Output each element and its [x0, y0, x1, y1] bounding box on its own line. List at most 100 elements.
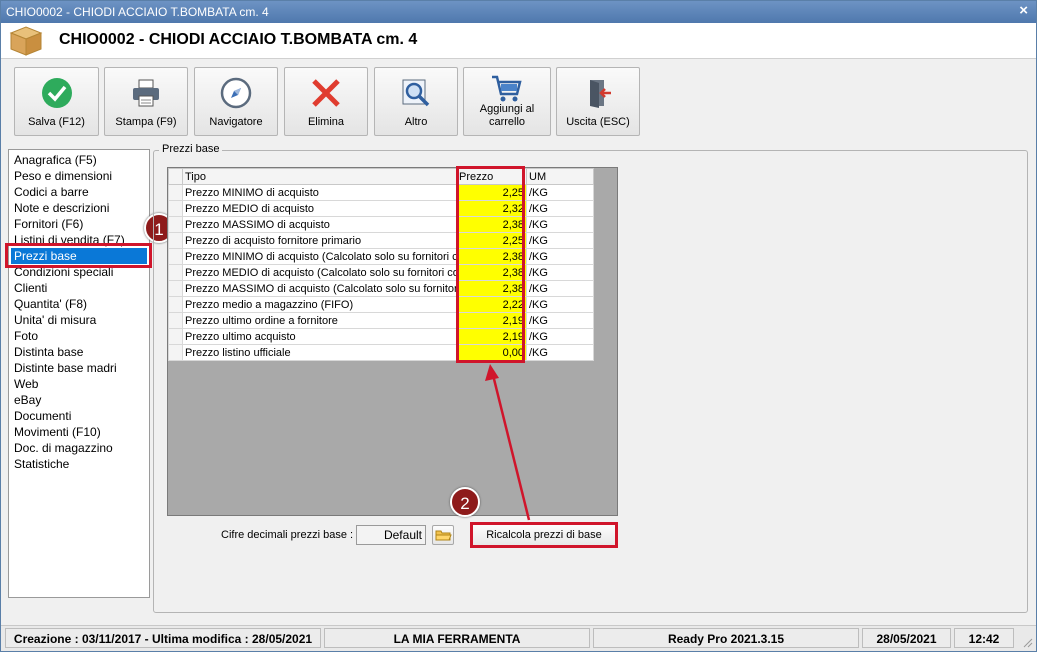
item-window: CHIO0002 - CHIODI ACCIAIO T.BOMBATA cm. …	[0, 0, 1037, 652]
prezzi-base-table: Tipo Prezzo UM Prezzo MINIMO di acquisto…	[168, 168, 594, 361]
cell-tipo[interactable]: Prezzo MASSIMO di acquisto	[182, 216, 457, 233]
cell-tipo[interactable]: Prezzo MEDIO di acquisto (Calcolato solo…	[182, 264, 457, 281]
nav-item-statistiche[interactable]: Statistiche	[11, 456, 69, 472]
cell-um[interactable]: /KG	[526, 248, 594, 265]
cart-icon	[492, 75, 522, 102]
cell-tipo[interactable]: Prezzo di acquisto fornitore primario	[182, 232, 457, 249]
row-indicator[interactable]	[168, 264, 183, 281]
row-indicator[interactable]	[168, 184, 183, 201]
row-indicator[interactable]	[168, 280, 183, 297]
save-button[interactable]: Salva (F12)	[14, 67, 99, 136]
cell-tipo[interactable]: Prezzo MINIMO di acquisto	[182, 184, 457, 201]
add-to-cart-button[interactable]: Aggiungi al carrello	[463, 67, 551, 136]
nav-item-peso-dimensioni[interactable]: Peso e dimensioni	[11, 168, 112, 184]
table-row[interactable]: Prezzo di acquisto fornitore primario 2,…	[168, 232, 594, 249]
table-row[interactable]: Prezzo medio a magazzino (FIFO) 2,22 /KG	[168, 296, 594, 313]
cell-um[interactable]: /KG	[526, 216, 594, 233]
nav-item-fornitori[interactable]: Fornitori (F6)	[11, 216, 83, 232]
status-product-version: Ready Pro 2021.3.15	[593, 628, 859, 648]
cell-tipo[interactable]: Prezzo listino ufficiale	[182, 344, 457, 361]
nav-item-codici-barre[interactable]: Codici a barre	[11, 184, 89, 200]
row-indicator[interactable]	[168, 248, 183, 265]
cell-tipo[interactable]: Prezzo ultimo ordine a fornitore	[182, 312, 457, 329]
table-row[interactable]: Prezzo MEDIO di acquisto (Calcolato solo…	[168, 264, 594, 281]
other-button[interactable]: Altro	[374, 67, 458, 136]
highlight-selected-nav	[5, 243, 152, 268]
row-indicator[interactable]	[168, 328, 183, 345]
printer-icon	[133, 79, 159, 107]
nav-item-unita-misura[interactable]: Unita' di misura	[11, 312, 96, 328]
navigator-button[interactable]: Navigatore	[194, 67, 278, 136]
status-bar: Creazione : 03/11/2017 - Ultima modifica…	[1, 625, 1036, 651]
decimal-digits-label: Cifre decimali prezzi base :	[221, 529, 354, 541]
table-row[interactable]: Prezzo MINIMO di acquisto (Calcolato sol…	[168, 248, 594, 265]
decimal-digits-browse-button[interactable]	[432, 525, 454, 545]
table-row[interactable]: Prezzo ultimo acquisto 2,19 /KG	[168, 328, 594, 345]
nav-item-web[interactable]: Web	[11, 376, 38, 392]
table-row[interactable]: Prezzo listino ufficiale 0,00 /KG	[168, 344, 594, 361]
cell-tipo[interactable]: Prezzo MEDIO di acquisto	[182, 200, 457, 217]
nav-item-ebay[interactable]: eBay	[11, 392, 41, 408]
nav-item-quantita[interactable]: Quantita' (F8)	[11, 296, 87, 312]
cell-um[interactable]: /KG	[526, 232, 594, 249]
column-header-tipo[interactable]: Tipo	[182, 168, 457, 185]
cell-tipo[interactable]: Prezzo MASSIMO di acquisto (Calcolato so…	[182, 280, 457, 297]
box-icon	[9, 26, 43, 56]
nav-item-movimenti[interactable]: Movimenti (F10)	[11, 424, 101, 440]
row-indicator[interactable]	[168, 232, 183, 249]
row-indicator-header	[168, 168, 183, 185]
decimal-digits-field[interactable]: Default	[356, 525, 426, 545]
cell-um[interactable]: /KG	[526, 264, 594, 281]
cell-tipo[interactable]: Prezzo ultimo acquisto	[182, 328, 457, 345]
nav-item-note-descrizioni[interactable]: Note e descrizioni	[11, 200, 109, 216]
nav-item-foto[interactable]: Foto	[11, 328, 38, 344]
cell-um[interactable]: /KG	[526, 184, 594, 201]
cell-um[interactable]: /KG	[526, 200, 594, 217]
nav-item-anagrafica[interactable]: Anagrafica (F5)	[11, 152, 97, 168]
nav-item-distinte-base-madri[interactable]: Distinte base madri	[11, 360, 117, 376]
resize-grip-icon[interactable]	[1021, 636, 1033, 648]
cell-um[interactable]: /KG	[526, 280, 594, 297]
status-date: 28/05/2021	[862, 628, 951, 648]
cell-tipo[interactable]: Prezzo MINIMO di acquisto (Calcolato sol…	[182, 248, 457, 265]
exit-button[interactable]: Uscita (ESC)	[556, 67, 640, 136]
cell-um[interactable]: /KG	[526, 312, 594, 329]
row-indicator[interactable]	[168, 216, 183, 233]
cell-tipo[interactable]: Prezzo medio a magazzino (FIFO)	[182, 296, 457, 313]
close-icon[interactable]: ×	[1019, 2, 1028, 19]
table-row[interactable]: Prezzo MEDIO di acquisto 2,32 /KG	[168, 200, 594, 217]
recalculate-base-prices-button[interactable]: Ricalcola prezzi di base	[470, 522, 618, 548]
prezzi-base-group-label: Prezzi base	[159, 143, 223, 155]
nav-item-documenti[interactable]: Documenti	[11, 408, 71, 424]
table-row[interactable]: Prezzo MASSIMO di acquisto 2,38 /KG	[168, 216, 594, 233]
exit-door-icon	[590, 80, 611, 108]
print-button[interactable]: Stampa (F9)	[104, 67, 188, 136]
item-header: CHIO0002 - CHIODI ACCIAIO T.BOMBATA cm. …	[1, 23, 1036, 59]
row-indicator[interactable]	[168, 312, 183, 329]
other-label: Altro	[404, 116, 428, 128]
row-indicator[interactable]	[168, 344, 183, 361]
cell-um[interactable]: /KG	[526, 344, 594, 361]
toolbar: Salva (F12) Stampa (F9) Navigatore Elimi…	[1, 61, 1036, 141]
cell-um[interactable]: /KG	[526, 296, 594, 313]
exit-label: Uscita (ESC)	[566, 116, 630, 128]
annotation-badge-2: 2	[450, 487, 480, 517]
table-row[interactable]: Prezzo MASSIMO di acquisto (Calcolato so…	[168, 280, 594, 297]
row-indicator[interactable]	[168, 296, 183, 313]
table-row[interactable]: Prezzo ultimo ordine a fornitore 2,19 /K…	[168, 312, 594, 329]
status-company: LA MIA FERRAMENTA	[324, 628, 590, 648]
delete-label: Elimina	[307, 116, 345, 128]
delete-button[interactable]: Elimina	[284, 67, 368, 136]
cell-um[interactable]: /KG	[526, 328, 594, 345]
save-label: Salva (F12)	[28, 116, 85, 128]
nav-item-doc-magazzino[interactable]: Doc. di magazzino	[11, 440, 113, 456]
table-row[interactable]: Prezzo MINIMO di acquisto 2,25 /KG	[168, 184, 594, 201]
nav-item-distinta-base[interactable]: Distinta base	[11, 344, 83, 360]
folder-icon	[435, 530, 452, 541]
prezzi-base-grid: Tipo Prezzo UM Prezzo MINIMO di acquisto…	[167, 167, 618, 516]
nav-item-clienti[interactable]: Clienti	[11, 280, 47, 296]
section-nav-list: Anagrafica (F5) Peso e dimensioni Codici…	[8, 149, 150, 598]
check-icon	[41, 78, 72, 108]
row-indicator[interactable]	[168, 200, 183, 217]
column-header-um[interactable]: UM	[526, 168, 594, 185]
